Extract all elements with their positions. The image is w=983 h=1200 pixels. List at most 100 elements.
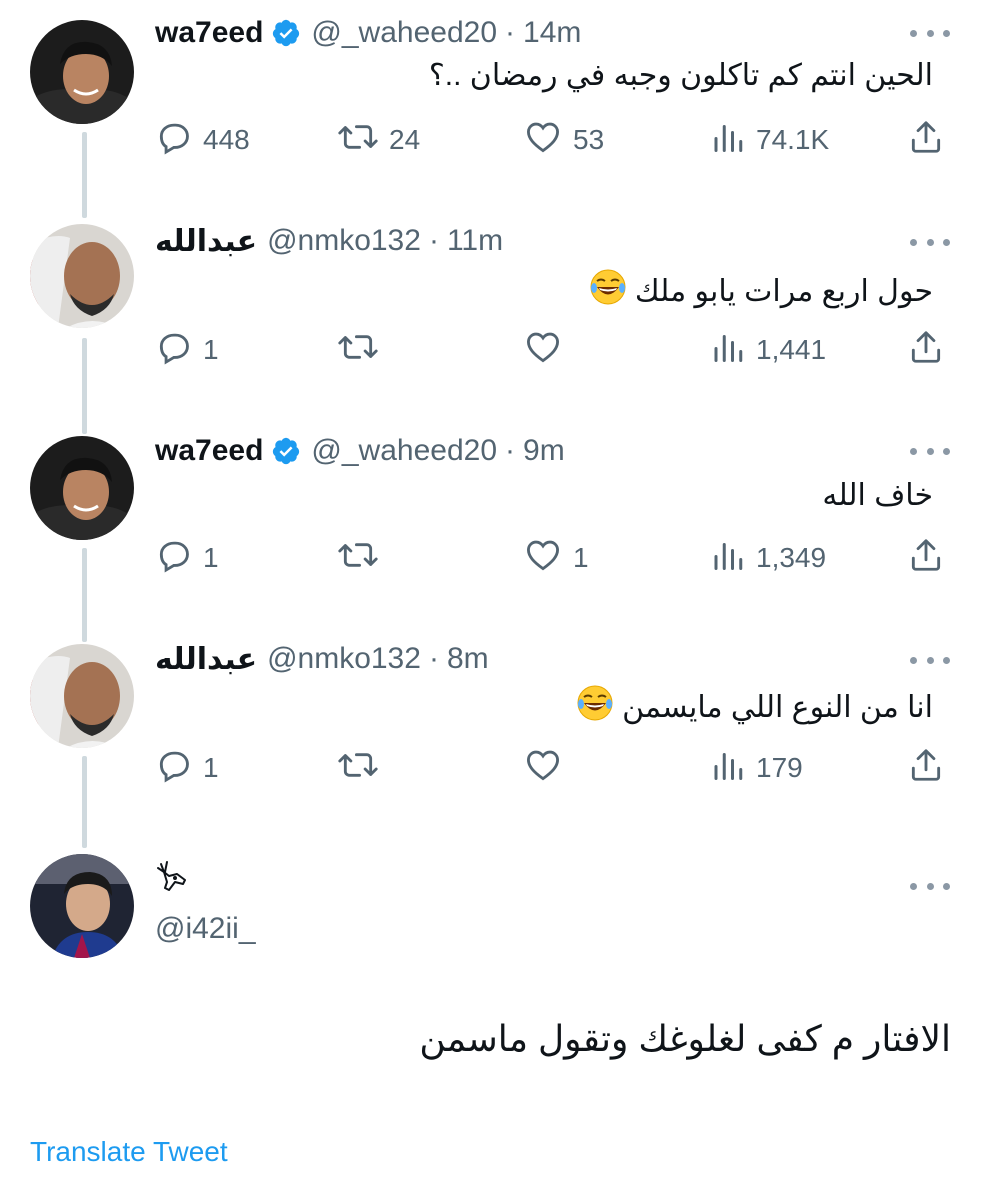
- thread-line: [82, 132, 87, 218]
- verified-badge-icon: [271, 18, 301, 48]
- timestamp[interactable]: 14m: [523, 16, 581, 50]
- avatar[interactable]: [30, 644, 134, 748]
- avatar[interactable]: [30, 224, 134, 328]
- reply-icon: [155, 536, 193, 581]
- share-icon: [907, 536, 945, 581]
- like-icon: [523, 118, 563, 163]
- reply-icon: [155, 118, 193, 163]
- retweet-count: 24: [389, 124, 421, 155]
- reply-icon: [155, 328, 193, 373]
- timestamp[interactable]: 11m: [447, 224, 503, 258]
- share-icon: [907, 746, 945, 791]
- display-name[interactable]: wa7eed: [155, 434, 263, 468]
- timestamp[interactable]: 9m: [523, 434, 565, 468]
- share-icon: [907, 328, 945, 373]
- views-button[interactable]: 1,349: [710, 534, 826, 582]
- tweet-text-content: حول اربع مرات يابو ملك: [634, 274, 933, 308]
- retweet-button[interactable]: 24: [337, 116, 420, 164]
- tweet-text: الحين انتم كم تاكلون وجبه في رمضان ..؟: [429, 58, 933, 93]
- separator-dot: ·: [428, 642, 439, 675]
- views-icon: [710, 118, 746, 163]
- more-options-icon[interactable]: [910, 441, 950, 461]
- tweet-header: عبدالله @nmko132 · 11m: [155, 218, 503, 264]
- separator-dot: ·: [428, 224, 439, 257]
- like-button[interactable]: 53: [523, 116, 604, 164]
- retweet-icon: [337, 746, 379, 791]
- display-name[interactable]: عبدالله: [155, 224, 257, 259]
- tweet-text-content: الحين انتم كم تاكلون وجبه في رمضان ..؟: [428, 59, 933, 92]
- display-name[interactable]: عبدالله: [155, 642, 257, 677]
- verified-badge-icon: [271, 436, 301, 466]
- avatar[interactable]: [30, 436, 134, 540]
- reply-icon: [155, 746, 193, 791]
- tweet-header: عبدالله @nmko132 · 8m: [155, 636, 489, 682]
- more-options-icon[interactable]: [910, 876, 950, 896]
- views-icon: [710, 536, 746, 581]
- username[interactable]: @i42ii_: [155, 912, 256, 946]
- username[interactable]: @nmko132: [267, 642, 421, 676]
- views-button[interactable]: 179: [710, 744, 803, 792]
- more-options-icon[interactable]: [910, 232, 950, 252]
- tweet-text: انا من النوع اللي مايسمن: [576, 684, 933, 730]
- thread-line: [82, 756, 87, 848]
- share-button[interactable]: [907, 744, 945, 792]
- deer-icon: [155, 860, 195, 901]
- reply-button[interactable]: 1: [155, 744, 219, 792]
- thread-line: [82, 338, 87, 434]
- retweet-button[interactable]: [337, 534, 379, 582]
- reply-button[interactable]: 448: [155, 116, 250, 164]
- avatar[interactable]: [30, 854, 134, 958]
- reply-button[interactable]: 1: [155, 326, 219, 374]
- like-icon: [523, 328, 563, 373]
- reply-count: 1: [203, 334, 219, 365]
- reply-count: 448: [203, 124, 250, 155]
- view-count: 1,349: [756, 542, 827, 573]
- retweet-icon: [337, 536, 379, 581]
- retweet-button[interactable]: [337, 744, 379, 792]
- username[interactable]: @_waheed20: [311, 434, 497, 468]
- tweet-actions: 1 1 1,349: [155, 534, 955, 582]
- view-count: 74.1K: [756, 124, 830, 155]
- retweet-icon: [337, 328, 379, 373]
- avatar[interactable]: [30, 20, 134, 124]
- retweet-icon: [337, 118, 379, 163]
- like-button[interactable]: [523, 744, 563, 792]
- tweet-header: wa7eed @_waheed20 · 14m: [155, 10, 581, 56]
- tweet-actions: 1 179: [155, 744, 955, 792]
- views-button[interactable]: 74.1K: [710, 116, 829, 164]
- tweet-text-content: انا من النوع اللي مايسمن: [622, 690, 933, 724]
- username[interactable]: @nmko132: [267, 224, 421, 258]
- like-button[interactable]: [523, 326, 563, 374]
- tweet-text-content: خاف الله: [822, 479, 933, 512]
- tweet-actions: 448 24 53 74.1K: [155, 116, 955, 164]
- tweet-header: wa7eed @_waheed20 · 9m: [155, 428, 565, 474]
- more-options-icon[interactable]: [910, 650, 950, 670]
- tweet-text: حول اربع مرات يابو ملك: [589, 268, 933, 314]
- laughing-emoji-icon: [589, 268, 627, 314]
- main-tweet-text: الافتار م كفى لغلوغك وتقول ماسمن: [419, 1018, 951, 1059]
- reply-button[interactable]: 1: [155, 534, 219, 582]
- views-icon: [710, 328, 746, 373]
- like-icon: [523, 746, 563, 791]
- share-button[interactable]: [907, 116, 945, 164]
- timestamp[interactable]: 8m: [447, 642, 489, 676]
- reply-count: 1: [203, 752, 219, 783]
- retweet-button[interactable]: [337, 326, 379, 374]
- views-icon: [710, 746, 746, 791]
- share-button[interactable]: [907, 534, 945, 582]
- separator-dot: ·: [505, 434, 516, 467]
- share-icon: [907, 118, 945, 163]
- username[interactable]: @_waheed20: [311, 16, 497, 50]
- more-options-icon[interactable]: [910, 23, 950, 43]
- like-button[interactable]: 1: [523, 534, 589, 582]
- tweet-text: خاف الله: [822, 478, 933, 513]
- views-button[interactable]: 1,441: [710, 326, 826, 374]
- view-count: 1,441: [756, 334, 827, 365]
- laughing-emoji-icon: [576, 684, 614, 730]
- like-count: 1: [573, 542, 589, 573]
- view-count: 179: [756, 752, 803, 783]
- tweet-actions: 1 1,441: [155, 326, 955, 374]
- display-name[interactable]: wa7eed: [155, 16, 263, 50]
- share-button[interactable]: [907, 326, 945, 374]
- translate-tweet-link[interactable]: Translate Tweet: [30, 1136, 228, 1168]
